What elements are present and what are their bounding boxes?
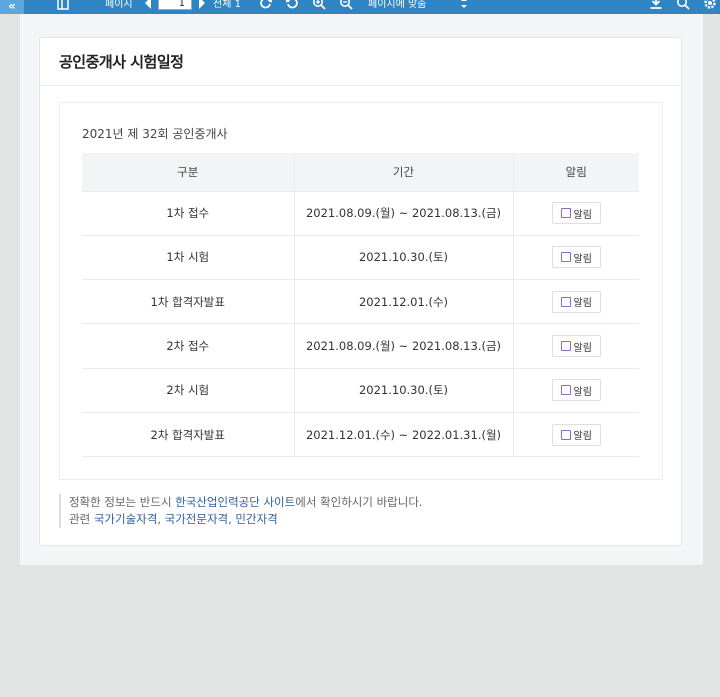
settings-icon[interactable] xyxy=(703,0,717,14)
row-type: 1차 합격자발표 xyxy=(82,279,294,324)
row-period: 2021.10.30.(토) xyxy=(293,234,514,280)
notice-line-1: 정확한 정보는 반드시 한국산업인력공단 사이트에서 확인하시기 바랍니다. xyxy=(69,494,423,511)
row-type: 2차 합격자발표 xyxy=(82,411,294,458)
notice: 정확한 정보는 반드시 한국산업인력공단 사이트에서 확인하시기 바랍니다. 관… xyxy=(59,494,423,528)
row-type: 1차 시험 xyxy=(82,234,294,280)
checkbox-icon xyxy=(560,429,571,440)
row-alarm-cell: 알림 xyxy=(513,190,639,236)
notice-line-2: 관련 국가기술자격, 국가전문자격, 민간자격 xyxy=(69,511,423,528)
row-alarm-cell: 알림 xyxy=(513,279,639,324)
next-page-icon[interactable] xyxy=(197,0,207,14)
row-type: 1차 접수 xyxy=(82,190,294,236)
row-alarm-cell: 알림 xyxy=(513,367,639,413)
collapse-icon[interactable]: « xyxy=(0,0,24,14)
checkbox-icon xyxy=(560,341,571,352)
alarm-label: 알림 xyxy=(573,209,592,221)
row-alarm-cell: 알림 xyxy=(513,411,639,458)
card-header: 공인중개사 시험일정 xyxy=(40,38,681,86)
exam-title: 2021년 제 32회 공인중개사 xyxy=(82,127,228,141)
national-professional-qualification-link[interactable]: 국가전문자격 xyxy=(165,512,228,526)
alarm-label: 알림 xyxy=(573,386,592,398)
table-row: 2차 합격자발표 2021.12.01.(수) ~ 2022.01.31.(월)… xyxy=(82,411,639,458)
alarm-button[interactable]: 알림 xyxy=(551,423,601,446)
row-type: 2차 접수 xyxy=(82,323,294,369)
alarm-button[interactable]: 알림 xyxy=(551,379,601,402)
schedule-table: 구분 기간 알림 1차 접수 2021.08.09.(월) ~ 2021.08.… xyxy=(82,153,639,458)
search-icon[interactable] xyxy=(676,0,690,14)
row-type: 2차 시험 xyxy=(82,367,294,413)
table-row: 1차 접수 2021.08.09.(월) ~ 2021.08.13.(금) 알림 xyxy=(82,190,639,236)
sidebar-icon[interactable] xyxy=(57,0,69,14)
zoom-in-icon[interactable] xyxy=(312,0,326,14)
notice-text: 에서 확인하시기 바랍니다. xyxy=(295,495,423,509)
row-period: 2021.08.09.(월) ~ 2021.08.13.(금) xyxy=(293,323,514,369)
table-header-row: 구분 기간 알림 xyxy=(82,153,639,191)
checkbox-icon xyxy=(560,385,571,396)
header-period: 기간 xyxy=(293,153,514,191)
alarm-label: 알림 xyxy=(573,298,592,310)
row-period: 2021.10.30.(토) xyxy=(293,367,514,413)
alarm-button[interactable]: 알림 xyxy=(551,335,601,358)
table-row: 2차 시험 2021.10.30.(토) 알림 xyxy=(82,367,639,413)
document-page: 공인중개사 시험일정 2021년 제 32회 공인중개사 구분 기간 알림 1차… xyxy=(20,14,703,565)
header-type: 구분 xyxy=(82,153,294,191)
alarm-button[interactable]: 알림 xyxy=(551,290,601,313)
checkbox-icon xyxy=(560,296,571,307)
download-icon[interactable] xyxy=(649,0,663,14)
card-title: 공인중개사 시험일정 xyxy=(59,53,184,71)
row-period: 2021.12.01.(수) xyxy=(293,279,514,324)
rotate-cw-icon[interactable] xyxy=(259,0,273,14)
hrdkorea-link[interactable]: 한국산업인력공단 사이트 xyxy=(175,495,295,509)
table-row: 2차 접수 2021.08.09.(월) ~ 2021.08.13.(금) 알림 xyxy=(82,323,639,369)
pdf-viewer-toolbar: « 페이지 1 전체 1 페이지에 맞춤 xyxy=(0,0,720,14)
prev-page-icon[interactable] xyxy=(143,0,153,14)
zoom-select[interactable]: 페이지에 맞춤 xyxy=(368,0,426,14)
header-alarm: 알림 xyxy=(513,153,639,191)
page-number-input[interactable]: 1 xyxy=(158,0,192,10)
dropdown-icon[interactable] xyxy=(460,0,468,14)
alarm-button[interactable]: 알림 xyxy=(551,246,601,269)
zoom-out-icon[interactable] xyxy=(339,0,353,14)
national-technical-qualification-link[interactable]: 국가기술자격 xyxy=(94,512,157,526)
private-qualification-link[interactable]: 민간자격 xyxy=(235,512,277,526)
rotate-ccw-icon[interactable] xyxy=(285,0,299,14)
separator: , xyxy=(157,512,165,526)
row-alarm-cell: 알림 xyxy=(513,323,639,369)
checkbox-icon xyxy=(560,208,571,219)
alarm-label: 알림 xyxy=(573,342,592,354)
alarm-label: 알림 xyxy=(573,431,592,443)
alarm-label: 알림 xyxy=(573,253,592,265)
notice-text: 정확한 정보는 반드시 xyxy=(69,495,176,509)
alarm-button[interactable]: 알림 xyxy=(551,202,601,225)
row-alarm-cell: 알림 xyxy=(513,234,639,280)
row-period: 2021.12.01.(수) ~ 2022.01.31.(월) xyxy=(293,411,514,458)
row-period: 2021.08.09.(월) ~ 2021.08.13.(금) xyxy=(293,190,514,236)
table-row: 1차 합격자발표 2021.12.01.(수) 알림 xyxy=(82,279,639,324)
notice-text: 관련 xyxy=(69,512,94,526)
checkbox-icon xyxy=(560,252,571,263)
page-label: 페이지 xyxy=(105,0,133,10)
table-row: 1차 시험 2021.10.30.(토) 알림 xyxy=(82,234,639,280)
schedule-panel: 2021년 제 32회 공인중개사 구분 기간 알림 1차 접수 2021.08… xyxy=(59,102,663,480)
page-total: 전체 1 xyxy=(213,0,241,10)
schedule-card: 공인중개사 시험일정 2021년 제 32회 공인중개사 구분 기간 알림 1차… xyxy=(39,37,682,546)
